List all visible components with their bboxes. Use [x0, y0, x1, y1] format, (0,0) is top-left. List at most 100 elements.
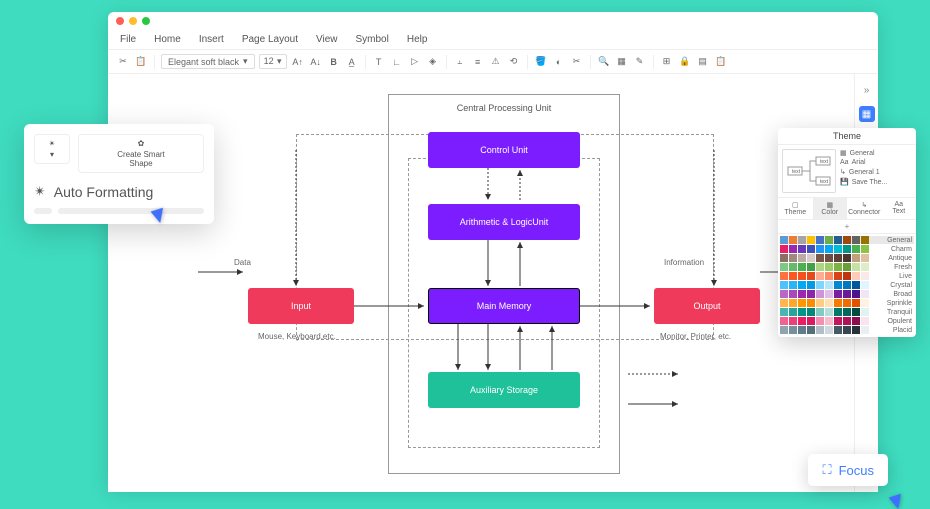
node-alu[interactable]: Arithmetic & LogicUnit — [428, 204, 580, 240]
connector-icon[interactable]: ∟ — [390, 55, 404, 69]
node-input[interactable]: Input — [248, 288, 354, 324]
grid-tool-icon[interactable]: ▦ — [859, 106, 875, 122]
menu-view[interactable]: View — [316, 34, 338, 45]
swatch-row[interactable]: Live — [780, 272, 914, 280]
group-icon[interactable]: ⊞ — [660, 55, 674, 69]
tab-color[interactable]: ▦Color — [813, 198, 848, 219]
menu-page-layout[interactable]: Page Layout — [242, 34, 298, 45]
theme-opt-general[interactable]: ▦General — [840, 149, 912, 157]
minimize-dot[interactable] — [129, 17, 137, 25]
swatch-row[interactable]: Crystal — [780, 281, 914, 289]
bold-icon[interactable]: B — [327, 55, 341, 69]
text-icon: Aa — [882, 201, 917, 208]
font-selector[interactable]: Elegant soft black▾ — [161, 54, 255, 69]
swatch — [843, 308, 851, 316]
swatch-row[interactable]: Placid — [780, 326, 914, 334]
swatch — [807, 290, 815, 298]
swatch — [834, 326, 842, 334]
maximize-dot[interactable] — [142, 17, 150, 25]
swatch — [825, 290, 833, 298]
swatch-row[interactable]: Opulent — [780, 317, 914, 325]
pointer-icon[interactable]: ▷ — [408, 55, 422, 69]
paste-icon[interactable]: 📋 — [714, 55, 728, 69]
tab-connector[interactable]: ↳Connector — [847, 198, 882, 219]
swatch — [825, 326, 833, 334]
swatch-row[interactable]: Tranquil — [780, 308, 914, 316]
cut-icon[interactable]: ✂ — [116, 55, 130, 69]
tab-theme[interactable]: ▢Theme — [778, 198, 813, 219]
swatch — [852, 281, 860, 289]
text-icon[interactable]: T — [372, 55, 386, 69]
theme-preview[interactable]: texttexttext — [782, 149, 836, 193]
node-output[interactable]: Output — [654, 288, 760, 324]
swatch — [852, 272, 860, 280]
node-memory[interactable]: Main Memory — [428, 288, 580, 324]
tab-text[interactable]: AaText — [882, 198, 917, 219]
swatch — [861, 308, 869, 316]
canvas[interactable]: » ▦ ◇ ▣ ▢ 📄 ⛶ 🛒 ↻ ⌨ Central Processing U… — [108, 74, 878, 492]
swatch — [861, 236, 869, 244]
swatch — [825, 263, 833, 271]
font-size[interactable]: 12▾ — [259, 54, 287, 69]
grid-icon[interactable]: ▦ — [615, 55, 629, 69]
node-control[interactable]: Control Unit — [428, 132, 580, 168]
align-left-icon[interactable]: ⫠ — [453, 55, 467, 69]
swatch-row[interactable]: Sprinkle — [780, 299, 914, 307]
swatch — [816, 254, 824, 262]
theme-opt-conn[interactable]: ↳General 1 — [840, 168, 912, 176]
swatch-row[interactable]: Charm — [780, 245, 914, 253]
sparkle-button[interactable]: ✴▾ — [34, 134, 70, 164]
auto-formatting-button[interactable]: ✴ Auto Formatting — [34, 183, 204, 200]
menu-help[interactable]: Help — [407, 34, 428, 45]
crop-icon[interactable]: ✂ — [570, 55, 584, 69]
sheet-icon[interactable]: ▤ — [696, 55, 710, 69]
lock-icon[interactable]: 🔒 — [678, 55, 692, 69]
swatch — [834, 245, 842, 253]
menu-symbol[interactable]: Symbol — [356, 34, 389, 45]
fill-icon[interactable]: 🪣 — [534, 55, 548, 69]
font-dec-icon[interactable]: A↓ — [309, 55, 323, 69]
swatch-row[interactable]: Antique — [780, 254, 914, 262]
node-aux[interactable]: Auxiliary Storage — [428, 372, 580, 408]
swatch-label: Sprinkle — [887, 300, 914, 307]
warning-icon[interactable]: ⚠ — [489, 55, 503, 69]
swatch-label: Placid — [893, 327, 914, 334]
swatch — [798, 263, 806, 271]
swatch-row[interactable]: Broad — [780, 290, 914, 298]
swatch — [843, 245, 851, 253]
swatch — [834, 236, 842, 244]
swatch — [798, 281, 806, 289]
copy-icon[interactable]: 📋 — [134, 55, 148, 69]
menu-home[interactable]: Home — [154, 34, 181, 45]
swatch — [861, 272, 869, 280]
swatch — [861, 245, 869, 253]
create-smart-shape-button[interactable]: ✿Create Smart Shape — [78, 134, 204, 173]
font-inc-icon[interactable]: A↑ — [291, 55, 305, 69]
swatch — [807, 272, 815, 280]
align-center-icon[interactable]: ≡ — [471, 55, 485, 69]
swatch — [843, 281, 851, 289]
menu-insert[interactable]: Insert — [199, 34, 224, 45]
close-dot[interactable] — [116, 17, 124, 25]
focus-button[interactable]: ⛶ Focus — [808, 454, 888, 486]
font-color-icon[interactable]: A̲ — [345, 55, 359, 69]
theme-opt-font[interactable]: AaArial — [840, 159, 912, 166]
swatch — [816, 236, 824, 244]
swatch — [861, 281, 869, 289]
swatch — [852, 236, 860, 244]
layers-icon[interactable]: ◈ — [426, 55, 440, 69]
swatch-row[interactable]: General — [780, 236, 914, 244]
rotate-icon[interactable]: ⟲ — [507, 55, 521, 69]
line-icon: ↳ — [847, 201, 882, 209]
color-icon[interactable]: ◐ — [552, 55, 566, 69]
pen-icon[interactable]: ✎ — [633, 55, 647, 69]
swatch — [843, 236, 851, 244]
label-input-desc: Mouse, Keyboard,etc. — [258, 332, 336, 341]
swatch-row[interactable]: Fresh — [780, 263, 914, 271]
expand-icon[interactable]: » — [859, 82, 875, 98]
theme-opt-save[interactable]: 💾Save The... — [840, 178, 912, 186]
menu-file[interactable]: File — [120, 34, 136, 45]
search-icon[interactable]: 🔍 — [597, 55, 611, 69]
add-theme-button[interactable]: + — [778, 220, 916, 234]
swatch — [834, 299, 842, 307]
